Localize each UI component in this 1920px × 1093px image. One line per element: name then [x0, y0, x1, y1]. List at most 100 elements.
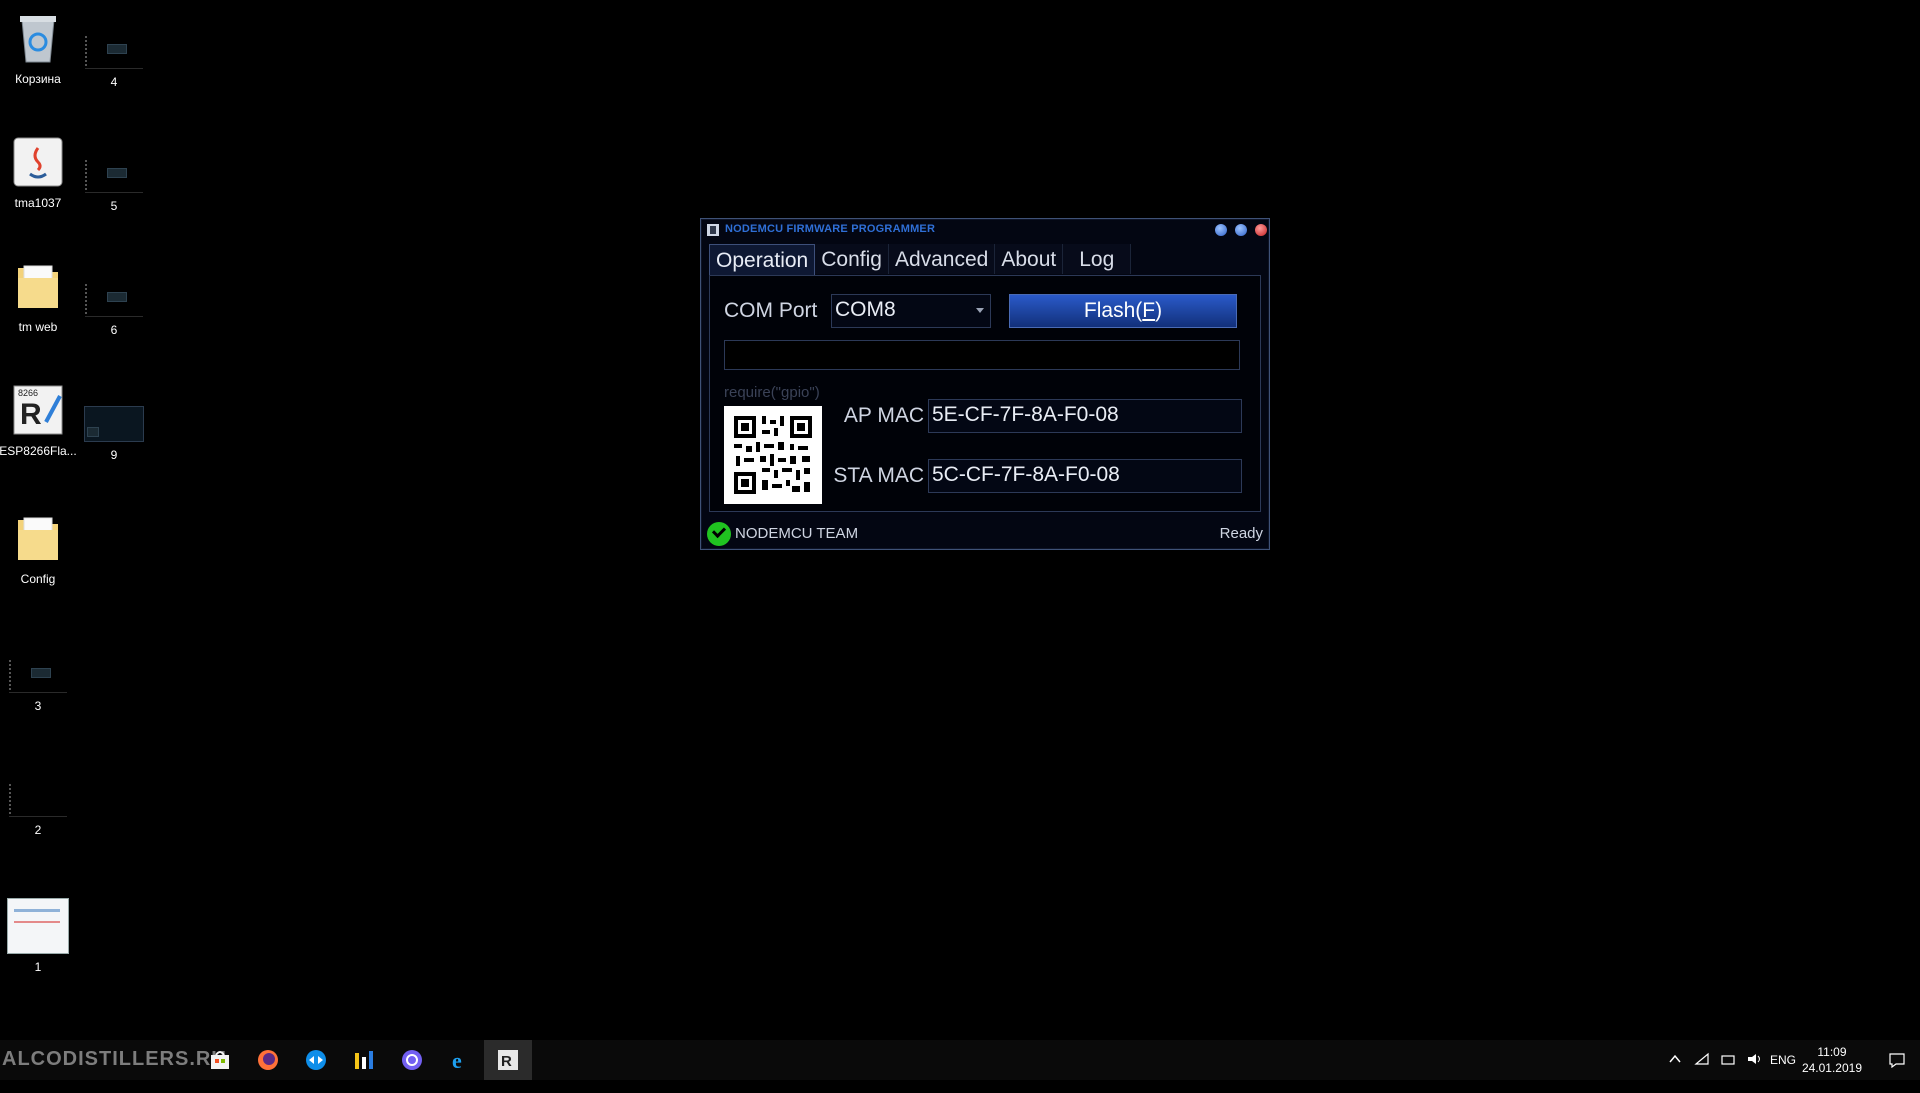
desktop-icon-file-2[interactable]: 2: [0, 772, 78, 837]
clock[interactable]: 11:09 24.01.2019: [1802, 1044, 1862, 1076]
desktop-icon-file-3[interactable]: 3: [0, 648, 78, 713]
app-bars-icon: [353, 1049, 375, 1071]
desktop-icon-file-6[interactable]: 6: [74, 272, 154, 337]
desktop-icon-tm-web[interactable]: tm web: [0, 258, 78, 334]
sta-mac-field[interactable]: 5C-CF-7F-8A-F0-08: [928, 459, 1242, 493]
nodemcu-programmer-window: NODEMCU FIRMWARE PROGRAMMER Operation Co…: [700, 218, 1270, 550]
esp8266-flasher-icon: R: [497, 1049, 519, 1071]
task-app[interactable]: [340, 1040, 388, 1080]
desktop-icon-label: ESP8266Fla...: [0, 444, 77, 458]
image-thumbnail-icon: [84, 406, 144, 442]
desktop-icon-label: Корзина: [15, 72, 61, 86]
volume-icon[interactable]: [1746, 1052, 1762, 1092]
tab-log[interactable]: Log: [1063, 244, 1132, 274]
com-port-value: COM8: [835, 298, 896, 321]
network-icon[interactable]: [1720, 1052, 1736, 1092]
svg-text:e: e: [452, 1049, 462, 1071]
desktop-icon-label: 3: [34, 699, 42, 713]
language-indicator[interactable]: ENG: [1770, 1053, 1796, 1093]
desktop-icon-label: 4: [110, 75, 118, 89]
close-button[interactable]: [1255, 224, 1267, 236]
ap-mac-field[interactable]: 5E-CF-7F-8A-F0-08: [928, 399, 1242, 433]
desktop-icon-label: Config: [20, 572, 56, 586]
app-icon: [707, 224, 719, 236]
title-bar[interactable]: NODEMCU FIRMWARE PROGRAMMER: [701, 219, 1269, 241]
desktop-icon-file-4[interactable]: 4: [74, 24, 154, 89]
store-icon: [209, 1049, 231, 1071]
maximize-button[interactable]: [1235, 224, 1247, 236]
desktop-icon-label: 1: [34, 960, 42, 974]
internet-explorer-icon: e: [449, 1048, 471, 1073]
image-thumbnail-icon: [85, 158, 143, 193]
tab-bar: Operation Config Advanced About Log: [709, 244, 1132, 275]
desktop-icon-label: 5: [110, 199, 118, 213]
task-teamviewer[interactable]: [292, 1040, 340, 1080]
desktop-icon-esp8266flasher[interactable]: R 8266 ESP8266Fla...: [0, 382, 78, 458]
image-thumbnail-icon: [9, 782, 67, 817]
esp8266-flasher-icon: R 8266: [10, 382, 66, 438]
image-thumbnail-icon: [85, 34, 143, 69]
operation-panel: COM Port COM8 Flash(F) require("gpio") A…: [709, 275, 1261, 512]
task-viber[interactable]: [388, 1040, 436, 1080]
flash-button[interactable]: Flash(F): [1009, 294, 1237, 328]
svg-text:R: R: [20, 398, 42, 431]
tab-advanced[interactable]: Advanced: [888, 244, 996, 274]
task-store[interactable]: [196, 1040, 244, 1080]
desktop-icon-file-1[interactable]: 1: [0, 888, 78, 974]
image-thumbnail-icon: [7, 898, 69, 954]
desktop-icon-tma1037[interactable]: tma1037: [0, 134, 78, 210]
status-bar: NODEMCU TEAM Ready: [701, 515, 1269, 549]
teamviewer-icon: [305, 1049, 327, 1071]
tab-about[interactable]: About: [995, 244, 1064, 274]
status-ready: Ready: [1219, 525, 1263, 542]
desktop-icon-config[interactable]: Config: [0, 510, 78, 586]
chevron-down-icon[interactable]: [976, 308, 984, 313]
tab-operation[interactable]: Operation: [709, 244, 816, 275]
hint-text: require("gpio"): [724, 384, 820, 401]
check-icon: [707, 522, 731, 546]
desktop-icon-file-5[interactable]: 5: [74, 148, 154, 213]
sta-mac-value: 5C-CF-7F-8A-F0-08: [932, 463, 1120, 486]
folder-icon: [10, 258, 66, 314]
image-thumbnail-icon: [85, 282, 143, 317]
ap-mac-value: 5E-CF-7F-8A-F0-08: [932, 403, 1119, 426]
task-esp8266flasher[interactable]: R: [484, 1040, 532, 1080]
minimize-button[interactable]: [1215, 224, 1227, 236]
java-icon: [10, 134, 66, 190]
window-title: NODEMCU FIRMWARE PROGRAMMER: [725, 223, 936, 235]
desktop-icon-recycle-bin[interactable]: Корзина: [0, 10, 78, 86]
viber-icon: [401, 1049, 423, 1071]
svg-text:R: R: [501, 1053, 512, 1070]
com-port-select[interactable]: COM8: [831, 294, 991, 328]
desktop-icon-label: 6: [110, 323, 118, 337]
desktop-icon-label: 2: [34, 823, 42, 837]
tab-config[interactable]: Config: [815, 244, 889, 274]
clock-time: 11:09: [1817, 1045, 1847, 1059]
task-firefox[interactable]: [244, 1040, 292, 1080]
esp-badge: 8266: [18, 388, 39, 398]
desktop-icon-file-9[interactable]: 9: [74, 396, 154, 462]
notifications-icon[interactable]: [1888, 1052, 1906, 1092]
flash-label: Flash(: [1083, 299, 1143, 322]
flash-hotkey: F: [1142, 299, 1156, 322]
desktop-icon-label: 9: [110, 448, 118, 462]
desktop-icon-label: tm web: [18, 320, 58, 334]
qr-code-icon: [724, 406, 822, 504]
status-team: NODEMCU TEAM: [735, 525, 859, 542]
watermark: ALCODISTILLERS.RU: [2, 1048, 227, 1070]
flash-label-close: ): [1155, 299, 1163, 322]
sta-mac-label: STA MAC: [833, 464, 924, 487]
com-port-label: COM Port: [724, 299, 818, 322]
clock-date: 24.01.2019: [1801, 1061, 1862, 1075]
tray-chevron-up-icon[interactable]: [1668, 1052, 1682, 1092]
ap-mac-label: AP MAC: [843, 404, 924, 427]
wifi-icon[interactable]: [1694, 1052, 1710, 1092]
task-internet-explorer[interactable]: e: [436, 1040, 484, 1080]
folder-icon: [10, 510, 66, 566]
image-thumbnail-icon: [9, 658, 67, 693]
desktop-icon-label: tma1037: [14, 196, 62, 210]
recycle-bin-icon: [10, 10, 66, 66]
progress-bar: [724, 340, 1240, 370]
firefox-icon: [257, 1049, 279, 1071]
taskbar: ALCODISTILLERS.RU e R ENG 11:09 24.01.20…: [0, 1040, 1920, 1080]
